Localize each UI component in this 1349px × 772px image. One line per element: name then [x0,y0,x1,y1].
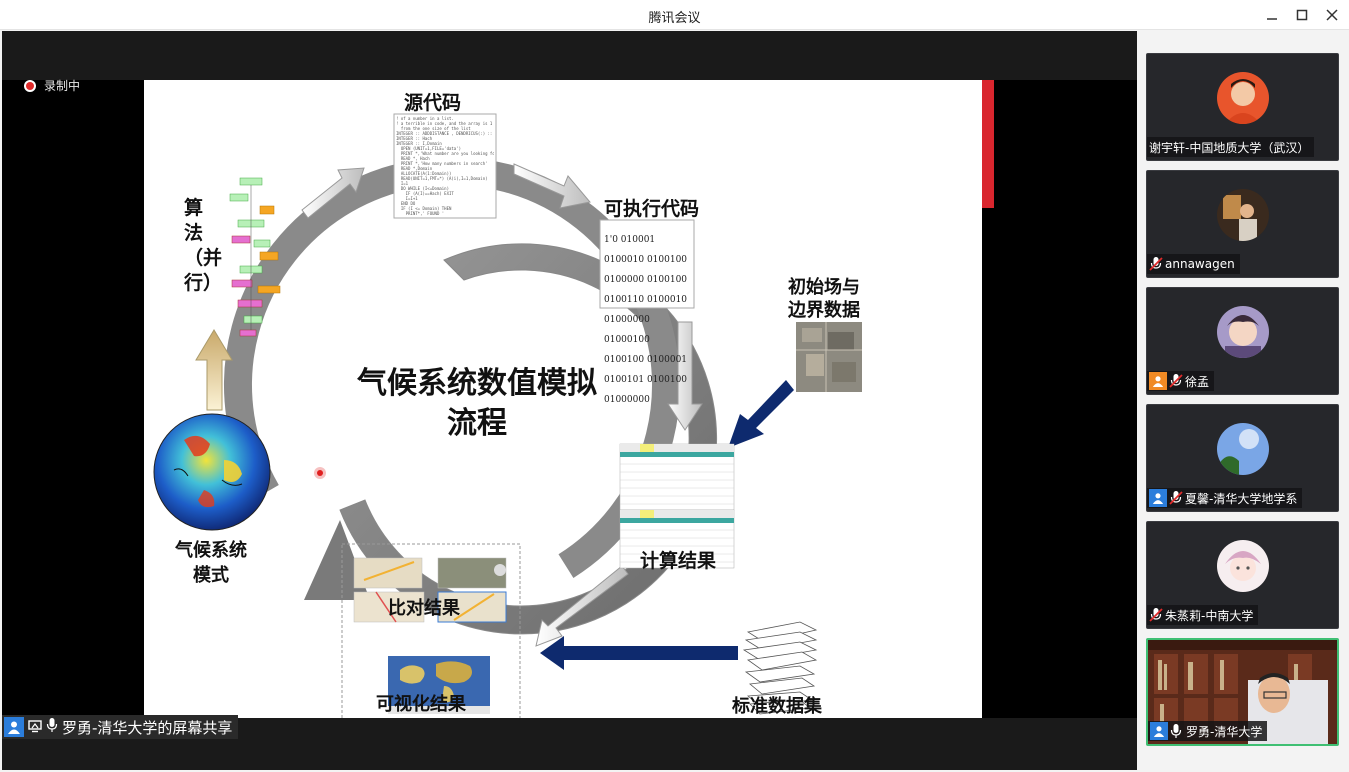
label-standard-dataset: 标准数据集 [732,696,822,717]
microphone-icon [46,717,58,737]
label-init-boundary-line2: 边界数据 [788,300,860,321]
participant-namebar: annawagen [1147,254,1240,274]
climate-model-globe [153,413,271,531]
label-visual-results: 可视化结果 [376,694,466,715]
participant-name: 谢宇轩-中国地质大学（武汉） [1149,140,1310,155]
arrow-standard-data [540,636,738,670]
minimize-icon [1267,18,1277,20]
source-code-text: ! of a number in a list. ! a terrible in… [396,116,494,216]
participant-tile[interactable]: 夏馨-清华大学地学系 [1146,404,1339,512]
participant-namebar: 朱蒸莉-中南大学 [1147,605,1259,625]
close-icon [1326,9,1338,21]
recording-label: 录制中 [44,79,81,93]
label-source-code: 源代码 [404,92,462,114]
microphone-icon [1170,723,1184,739]
screen-share-icon [28,718,42,737]
window-titlebar: 腾讯会议 [0,0,1349,30]
participant-name: 夏馨-清华大学地学系 [1185,491,1298,506]
user-icon [1149,489,1167,507]
close-button[interactable] [1320,4,1344,26]
participant-panel: 谢宇轩-中国地质大学（武汉） annawagen 徐孟 夏馨-清华大学地学系 朱… [1137,31,1349,772]
maximize-icon [1296,9,1308,21]
screen-share-label: 罗勇-清华大学的屏幕共享 [2,715,239,739]
user-icon [1149,372,1167,390]
participant-name: annawagen [1165,257,1235,271]
muted-mic-icon [1149,256,1163,272]
user-icon [1150,722,1168,740]
label-algorithm: 算法（并行） [184,197,223,294]
muted-mic-icon [1169,373,1183,389]
minimize-button[interactable] [1260,4,1284,26]
slide-title: 气候系统数值模拟 流程 [342,364,612,444]
participant-tile-active[interactable]: 罗勇-清华大学 [1146,638,1339,746]
label-compute-results: 计算结果 [640,550,717,572]
slide-title-line2: 流程 [447,406,507,441]
label-compare-results: 比对结果 [388,598,460,619]
laser-pointer [317,470,323,476]
participant-tile[interactable]: 朱蒸莉-中南大学 [1146,521,1339,629]
participant-tile[interactable]: 徐孟 [1146,287,1339,395]
avatar-drawing [1217,540,1269,592]
participant-namebar: 谢宇轩-中国地质大学（武汉） [1147,137,1315,157]
muted-mic-icon [1149,607,1163,623]
screen-share-text: 罗勇-清华大学的屏幕共享 [62,718,233,737]
presentation-slide: ! of a number in a list. ! a terrible in… [144,80,982,718]
avatar-sky [1217,423,1269,475]
avatar-photo-room [1217,189,1269,241]
slide-side-strip [982,80,994,208]
label-model: 气候系统 模式 [168,538,254,588]
binary-line: 0100000 0100100 0100110 0100010 [604,275,688,305]
avatar-portrait-woman [1217,306,1269,358]
participant-tile[interactable]: annawagen [1146,170,1339,278]
maximize-button[interactable] [1290,4,1314,26]
participant-name: 徐孟 [1185,374,1210,389]
muted-mic-icon [1169,490,1183,506]
label-init-boundary: 初始场与 边界数据 [788,276,860,322]
binary-line: 0100101 0100100 01000000 [604,375,688,405]
init-data-image [796,322,862,392]
binary-code-text: 1'0 010001 0100010 0100100 0100000 01001… [604,230,692,410]
recording-icon [24,79,36,92]
participant-namebar: 夏馨-清华大学地学系 [1147,488,1303,508]
participant-namebar: 徐孟 [1147,371,1215,391]
binary-line: 01000000 01000100 0100100 0100001 [604,315,688,365]
participant-name: 朱蒸莉-中南大学 [1165,608,1254,623]
avatar-portrait [1217,72,1269,124]
user-icon [4,717,24,737]
recording-indicator[interactable]: 录制中 [24,77,80,94]
top-bar [2,31,1137,80]
window-title: 腾讯会议 [648,11,701,26]
participant-name: 罗勇-清华大学 [1186,724,1263,739]
participant-namebar: 罗勇-清华大学 [1148,721,1268,741]
shared-screen: 录制中 ! of a number in a list. ! a terribl… [2,31,1137,770]
label-model-line1: 气候系统 [175,540,247,561]
slide-title-line1: 气候系统数值模拟 [357,366,597,401]
binary-line: 1'0 010001 0100010 0100100 [604,235,688,265]
label-init-boundary-line1: 初始场与 [788,277,860,298]
participant-tile[interactable]: 谢宇轩-中国地质大学（武汉） [1146,53,1339,161]
label-model-line2: 模式 [193,565,229,586]
arrow-init-data [728,380,794,448]
label-executable: 可执行代码 [604,198,700,220]
